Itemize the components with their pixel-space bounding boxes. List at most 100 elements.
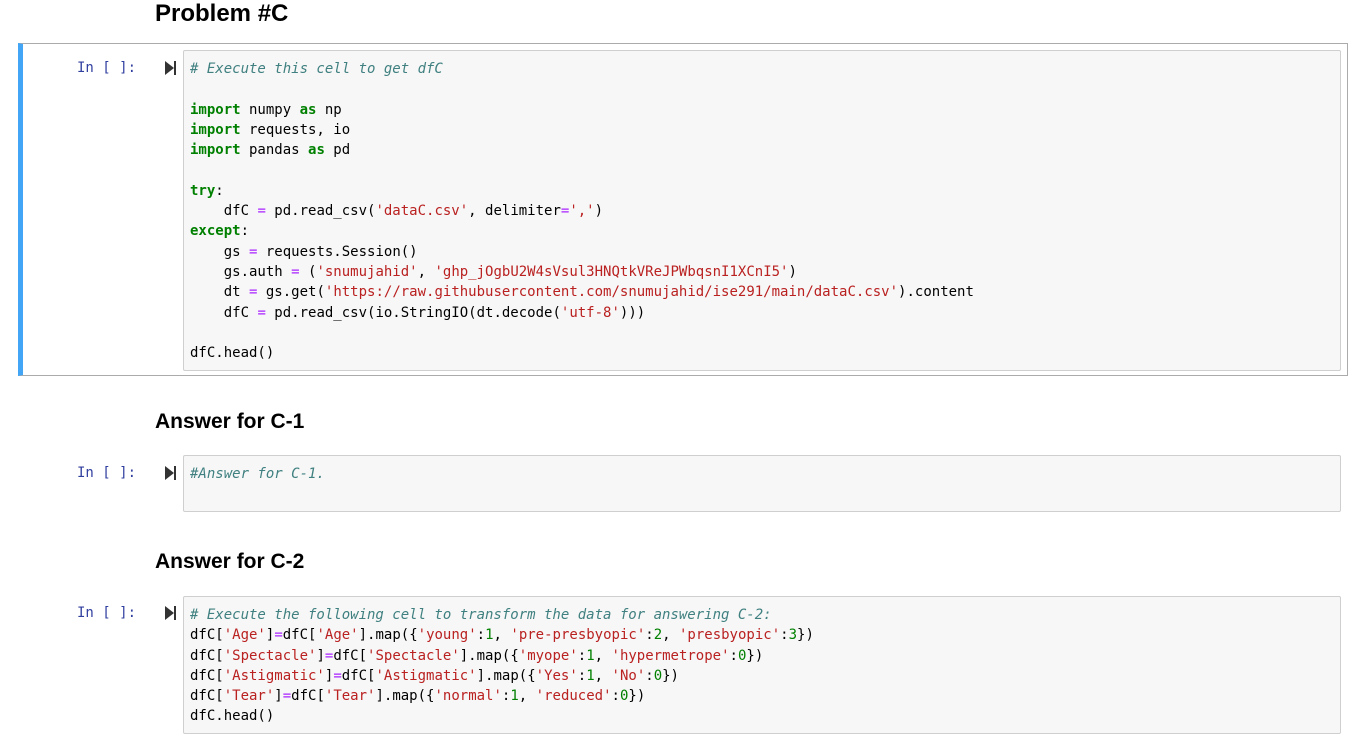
code-token: 'https://raw.githubusercontent.com/snumu… <box>324 284 899 301</box>
code-token: 'young' <box>417 627 477 644</box>
code-token: dt <box>190 284 250 301</box>
code-token: 'pre-presbyopic' <box>510 627 646 644</box>
code-token: # Execute the following cell to transfor… <box>190 607 772 623</box>
code-token: 1 <box>485 627 494 644</box>
code-token: pd <box>324 142 351 159</box>
code-line: except: <box>190 221 974 241</box>
code-token: = <box>333 667 342 684</box>
code-line: import numpy as np <box>190 100 974 120</box>
code-token: ( <box>299 263 317 280</box>
code-token: gs <box>190 243 250 260</box>
code-token: requests, io <box>240 121 351 138</box>
code-token: : <box>476 627 486 644</box>
code-token: 3 <box>788 627 798 644</box>
code-editor[interactable]: # Execute the following cell to transfor… <box>190 605 814 727</box>
code-token: , delimiter <box>468 203 561 220</box>
code-token: dfC[ <box>190 688 224 705</box>
code-line: dfC = pd.read_csv('dataC.csv', delimiter… <box>190 201 974 221</box>
code-token: 'Tear' <box>223 688 275 705</box>
code-token: = <box>282 688 292 705</box>
code-token: dfC[ <box>190 627 224 644</box>
run-cell-icon[interactable] <box>165 466 177 480</box>
code-token: gs.get( <box>257 284 325 301</box>
code-token: 1 <box>586 667 595 684</box>
code-token: , <box>493 627 511 644</box>
code-input-area[interactable]: # Execute the following cell to transfor… <box>183 596 1341 734</box>
code-token: dfC[ <box>282 627 317 644</box>
answer-c1-heading: Answer for C-1 <box>155 410 305 433</box>
code-token: 'Spectacle' <box>367 647 460 664</box>
code-line: # Execute the following cell to transfor… <box>190 605 814 625</box>
code-token: #Answer for C-1. <box>190 466 325 482</box>
code-token: ].map({ <box>476 667 536 684</box>
code-line: import pandas as pd <box>190 140 974 160</box>
code-token: try <box>190 182 216 199</box>
code-token: ).content <box>898 284 974 301</box>
code-token: ].map({ <box>358 627 418 644</box>
code-token: }) <box>662 667 679 684</box>
code-token: ))) <box>619 304 646 321</box>
code-token: dfC[ <box>333 647 368 664</box>
code-token: requests.Session() <box>257 243 418 260</box>
code-token: ] <box>274 688 283 705</box>
code-token: 'presbyopic' <box>678 627 781 644</box>
code-token: dfC <box>190 304 258 321</box>
run-cell-icon[interactable] <box>165 61 177 75</box>
cell-prompt: In [ ]: <box>77 60 137 76</box>
code-line: gs = requests.Session() <box>190 242 974 262</box>
cell-prompt: In [ ]: <box>77 605 137 621</box>
code-token: : <box>729 647 738 664</box>
code-token: import <box>190 142 241 159</box>
code-token: 1 <box>510 688 519 705</box>
code-token: }) <box>797 627 814 644</box>
code-token: ].map({ <box>459 647 519 664</box>
code-token: ] <box>316 647 325 664</box>
answer-c2-heading: Answer for C-2 <box>155 550 305 573</box>
code-input-area[interactable]: # Execute this cell to get dfC import nu… <box>183 50 1341 371</box>
code-token: 'myope' <box>518 647 578 664</box>
code-token: 'Tear' <box>324 688 376 705</box>
code-token: pd.read_csv(io.StringIO(dt.decode( <box>265 304 561 321</box>
code-token: 'No' <box>611 667 646 684</box>
code-token: 2 <box>653 627 663 644</box>
code-token: , <box>594 647 612 664</box>
code-token: : <box>645 627 654 644</box>
code-token: dfC.head() <box>190 708 275 725</box>
code-token: , <box>594 667 612 684</box>
code-token: dfC[ <box>190 667 224 684</box>
code-input-area[interactable]: #Answer for C-1. <box>183 455 1341 512</box>
code-token: dfC <box>190 203 258 220</box>
code-token: dfC[ <box>190 647 224 664</box>
cell-prompt: In [ ]: <box>77 465 137 481</box>
code-line: try: <box>190 181 974 201</box>
code-token: gs.auth <box>190 263 292 280</box>
code-line: dfC.head() <box>190 706 814 726</box>
code-token: ) <box>594 203 604 220</box>
problem-heading: Problem #C <box>155 0 289 27</box>
code-line: dfC = pd.read_csv(io.StringIO(dt.decode(… <box>190 303 974 323</box>
code-token: 'Astigmatic' <box>375 667 477 684</box>
code-token: }) <box>746 647 764 664</box>
code-token: 1 <box>586 647 595 664</box>
code-token: : <box>577 647 587 664</box>
code-line: dfC['Age']=dfC['Age'].map({'young':1, 'p… <box>190 625 814 645</box>
code-line: dfC['Tear']=dfC['Tear'].map({'normal':1,… <box>190 686 814 706</box>
code-token: 'Age' <box>223 627 266 644</box>
code-token: dfC[ <box>341 667 376 684</box>
code-token: np <box>316 101 342 118</box>
code-editor[interactable]: #Answer for C-1. <box>190 464 325 484</box>
code-token: = <box>291 263 300 280</box>
code-token: 'ghp_jOgbU2W4sVsul3HNQtkVReJPWbqsnI1XCnI… <box>434 263 789 280</box>
code-token: : <box>611 688 620 705</box>
code-token: , <box>662 627 679 644</box>
code-token: numpy <box>240 101 300 118</box>
run-cell-icon[interactable] <box>165 606 177 620</box>
code-token: 'dataC.csv' <box>375 203 469 220</box>
code-editor[interactable]: # Execute this cell to get dfC import nu… <box>190 59 974 363</box>
code-line: dfC.head() <box>190 343 974 363</box>
code-token: : <box>240 223 250 240</box>
code-token: 'reduced' <box>535 688 612 705</box>
